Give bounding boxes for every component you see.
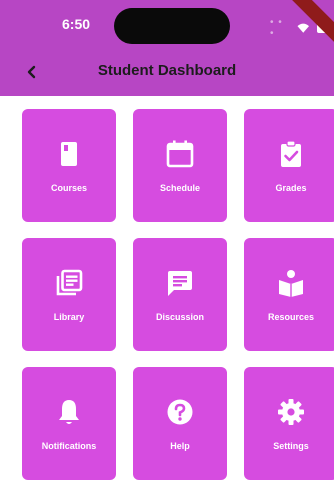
status-bar: 6:50 • • •	[0, 0, 334, 48]
tile-label: Schedule	[159, 182, 200, 193]
library-icon	[56, 269, 83, 295]
tile-label: Library	[53, 311, 85, 322]
gear-icon	[278, 398, 304, 425]
status-time: 6:50	[62, 16, 91, 32]
app-bar: 6:50 • • • Student Dashboard	[0, 0, 334, 96]
tile-label: Discussion	[155, 311, 204, 322]
book-icon	[61, 141, 77, 166]
wifi-icon	[297, 23, 310, 33]
tile-help[interactable]: Help	[133, 367, 227, 480]
tile-settings[interactable]: Settings	[244, 367, 334, 480]
tile-grades[interactable]: Grades	[244, 109, 334, 222]
tile-label: Notifications	[41, 440, 97, 451]
tile-schedule[interactable]: Schedule	[133, 109, 227, 222]
bell-icon	[59, 399, 79, 424]
tile-discussion[interactable]: Discussion	[133, 238, 227, 351]
reading-icon	[279, 269, 303, 297]
tile-label: Courses	[50, 182, 87, 193]
camera-notch	[114, 8, 230, 44]
tile-resources[interactable]: Resources	[244, 238, 334, 351]
toolbar: Student Dashboard	[0, 52, 334, 92]
tile-label: Help	[170, 440, 190, 451]
tile-label: Resources	[267, 311, 315, 322]
page-title: Student Dashboard	[97, 62, 237, 79]
chat-icon	[168, 270, 192, 296]
dashboard-grid: Courses Schedule Grades Library Discussi…	[22, 109, 334, 480]
clipboard-check-icon	[281, 139, 301, 167]
calendar-icon	[166, 140, 194, 167]
tile-courses[interactable]: Courses	[22, 109, 116, 222]
tile-label: Grades	[275, 182, 307, 193]
tile-label: Settings	[273, 440, 309, 451]
tile-library[interactable]: Library	[22, 238, 116, 351]
help-icon	[167, 399, 193, 424]
signal-icon: • • •	[270, 17, 283, 39]
tile-notifications[interactable]: Notifications	[22, 367, 116, 480]
